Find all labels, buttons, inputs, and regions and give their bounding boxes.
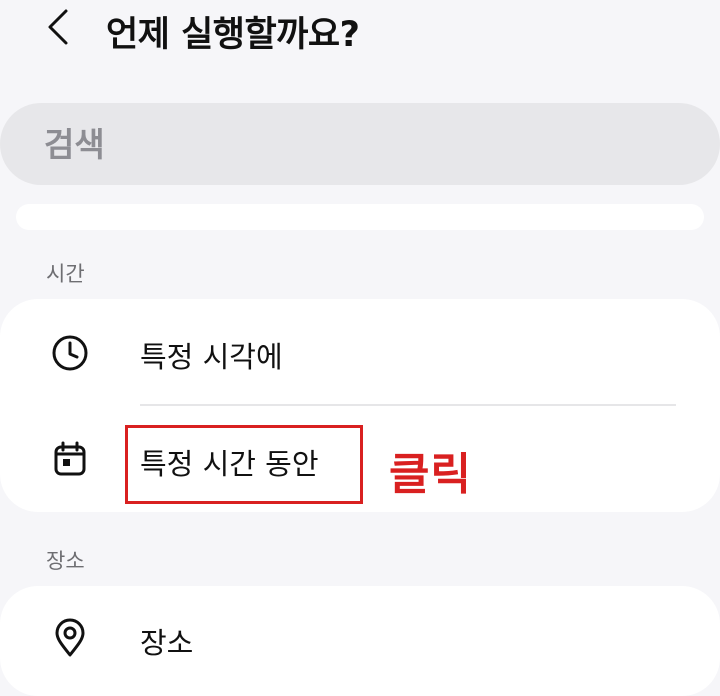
partial-card <box>16 204 704 230</box>
chevron-left-icon <box>48 9 68 45</box>
section-header-location: 장소 <box>46 549 85 573</box>
time-options-card: 특정 시각에 특정 시간 동안 <box>0 299 720 512</box>
option-label: 장소 <box>140 626 194 660</box>
location-pin-icon <box>49 617 91 659</box>
option-label: 특정 시간 동안 <box>140 447 319 481</box>
section-header-time: 시간 <box>46 262 85 286</box>
location-options-card: 장소 <box>0 586 720 696</box>
option-location[interactable]: 장소 <box>0 586 720 692</box>
option-during-specific-period[interactable]: 특정 시간 동안 <box>0 406 720 512</box>
calendar-icon <box>49 438 91 480</box>
search-input[interactable] <box>44 119 644 169</box>
back-button[interactable] <box>36 2 80 52</box>
clock-icon <box>49 332 91 374</box>
page-title: 언제 실행할까요? <box>106 15 360 55</box>
option-at-specific-time[interactable]: 특정 시각에 <box>0 299 720 405</box>
click-annotation: 클릭 <box>389 449 472 500</box>
search-bar[interactable] <box>0 103 720 185</box>
header: 언제 실행할까요? <box>0 0 720 60</box>
option-label: 특정 시각에 <box>140 340 283 374</box>
